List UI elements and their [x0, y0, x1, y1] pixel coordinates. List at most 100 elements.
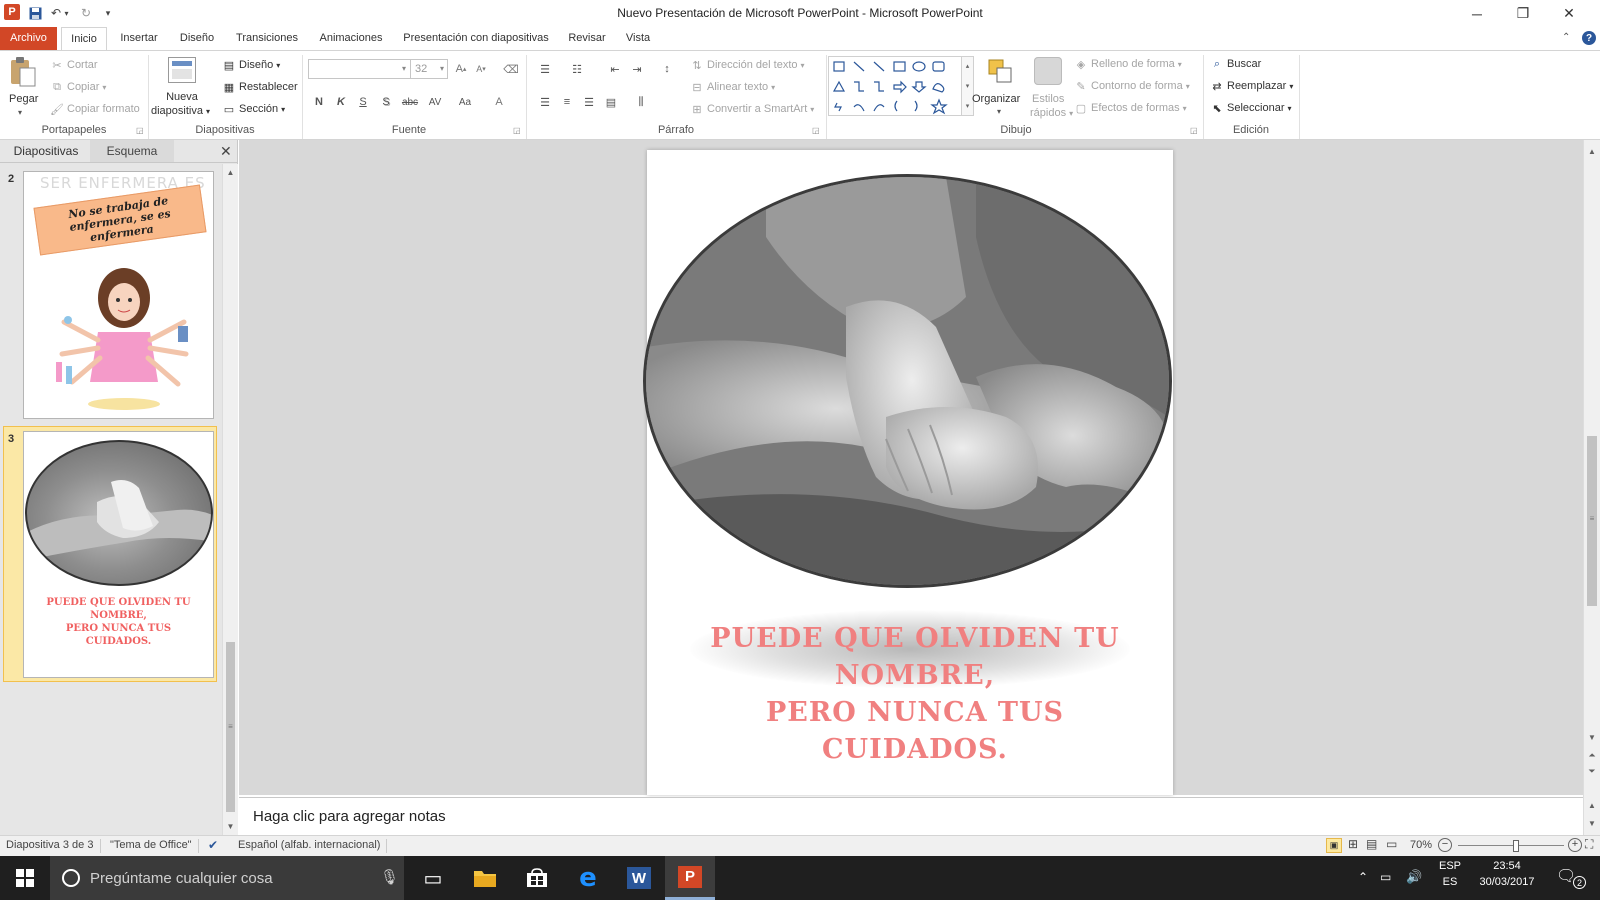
spellcheck-icon[interactable]: ✔ [208, 838, 218, 852]
bold-button[interactable]: N [310, 93, 328, 111]
paste-button[interactable]: Pegar [9, 93, 38, 105]
shapes-gallery-scroll[interactable]: ▴ ▾ ▾ [962, 56, 974, 116]
clock[interactable]: 23:54 30/03/2017 [1472, 860, 1542, 888]
show-hidden-icons[interactable]: ⌃ [1358, 870, 1368, 884]
dialog-launcher-icon[interactable]: ◲ [812, 126, 820, 135]
align-right-icon[interactable]: ☰ [580, 93, 598, 111]
next-slide-icon[interactable]: ⏷ [1584, 764, 1600, 778]
bullets-icon[interactable]: ☰ [536, 60, 554, 78]
tab-vista[interactable]: Vista [618, 27, 658, 50]
clear-format-icon[interactable]: ⌫ [502, 60, 520, 78]
copy-button[interactable]: ⧉ Copiar ▾ [50, 80, 106, 94]
text-direction-button[interactable]: ⇅ Dirección del texto ▾ [690, 58, 804, 72]
line-spacing-icon[interactable]: ↕ [658, 60, 676, 78]
help-icon[interactable]: ? [1582, 31, 1596, 45]
cut-button[interactable]: ✂ Cortar [50, 58, 97, 72]
decrease-indent-icon[interactable]: ⇤ [606, 60, 624, 78]
new-slide-icon[interactable] [168, 57, 196, 83]
close-pane-icon[interactable]: ✕ [220, 143, 232, 160]
zoom-slider[interactable] [1458, 845, 1564, 846]
slide-sorter-icon[interactable]: ⊞ [1348, 837, 1358, 851]
fit-to-window-icon[interactable]: ⛶ [1585, 837, 1593, 852]
notes-placeholder[interactable]: Haga clic para agregar notas [253, 808, 446, 825]
minimize-ribbon-icon[interactable]: ⌃ [1562, 32, 1570, 43]
battery-icon[interactable]: ▭ [1380, 870, 1391, 884]
tab-insertar[interactable]: Insertar [112, 27, 166, 50]
edge-icon[interactable]: e [563, 856, 613, 900]
editor-scrollbar[interactable]: ▲ ≡ ▼ ⏶ ⏷ ▲ ▼ [1583, 140, 1600, 835]
increase-indent-icon[interactable]: ⇥ [628, 60, 646, 78]
reading-view-icon[interactable]: ▤ [1366, 837, 1377, 851]
numbering-icon[interactable]: ☷ [568, 60, 586, 78]
language[interactable]: Español (alfab. internacional) [238, 839, 380, 851]
previous-slide-icon[interactable]: ⏶ [1584, 748, 1600, 762]
change-case-button[interactable]: Aa [454, 93, 476, 111]
slide-title-text[interactable]: PUEDE QUE OLVIDEN TU NOMBRE, PERO NUNCA … [676, 620, 1154, 768]
arrange-icon[interactable] [986, 57, 1016, 87]
scroll-up-icon[interactable]: ▲ [1584, 144, 1600, 158]
paste-icon[interactable] [8, 56, 38, 87]
restore-button[interactable]: ❐ [1500, 0, 1546, 27]
dialog-launcher-icon[interactable]: ◲ [513, 126, 521, 135]
tab-diseno[interactable]: Diseño [172, 27, 222, 50]
zoom-slider-thumb[interactable] [1513, 840, 1520, 852]
tab-animaciones[interactable]: Animaciones [312, 27, 390, 50]
font-size-dropdown-icon[interactable]: ▾ [440, 64, 444, 73]
font-name-combo[interactable] [308, 59, 415, 79]
minimize-button[interactable]: ─ [1454, 0, 1500, 27]
align-text-button[interactable]: ⊟ Alinear texto ▾ [690, 80, 775, 94]
section-button[interactable]: ▭ Sección ▾ [222, 102, 285, 116]
store-icon[interactable] [512, 856, 562, 900]
tab-diapositivas[interactable]: Diapositivas [6, 140, 86, 162]
zoom-out-icon[interactable]: − [1438, 838, 1452, 852]
scroll-down-icon[interactable]: ▼ [1584, 730, 1600, 744]
format-painter-button[interactable]: 🖌 Copiar formato [50, 102, 140, 116]
replace-button[interactable]: ⇄ Reemplazar ▾ [1210, 79, 1293, 93]
tab-presentacion[interactable]: Presentación con diapositivas [396, 27, 556, 50]
slide-thumbnail-3[interactable]: PUEDE QUE OLVIDEN TU NOMBRE, PERO NUNCA … [23, 431, 214, 678]
reset-button[interactable]: ▦ Restablecer [222, 80, 298, 94]
underline-button[interactable]: S [354, 93, 372, 111]
volume-icon[interactable]: 🔊 [1406, 869, 1422, 885]
justify-icon[interactable]: ▤ [602, 93, 620, 111]
slideshow-view-icon[interactable]: ▭ [1386, 837, 1397, 851]
dialog-launcher-icon[interactable]: ◲ [1190, 126, 1198, 135]
align-left-icon[interactable]: ☰ [536, 93, 554, 111]
quick-styles-icon[interactable] [1034, 57, 1062, 85]
spacing-button[interactable]: AV [424, 93, 446, 111]
input-language[interactable]: ESP ES [1436, 860, 1464, 888]
tab-transiciones[interactable]: Transiciones [228, 27, 306, 50]
notes-scroll-up-icon[interactable]: ▲ [1584, 798, 1600, 812]
start-button[interactable] [0, 856, 50, 900]
arrange-button[interactable]: Organizar [972, 93, 1020, 105]
select-button[interactable]: ⬉ Seleccionar ▾ [1210, 101, 1291, 115]
word-icon[interactable]: W [614, 856, 664, 900]
align-center-icon[interactable]: ≡ [558, 93, 576, 111]
columns-icon[interactable]: ⫼ [632, 93, 650, 111]
file-explorer-icon[interactable] [460, 856, 510, 900]
scroll-down-icon[interactable]: ▼ [223, 818, 238, 834]
shape-effects-button[interactable]: ▢ Efectos de formas ▾ [1074, 101, 1187, 115]
close-button[interactable]: ✕ [1546, 0, 1592, 27]
theme-name[interactable]: "Tema de Office" [110, 839, 192, 851]
tab-esquema[interactable]: Esquema [90, 140, 174, 162]
smartart-button[interactable]: ⊞ Convertir a SmartArt ▾ [690, 102, 814, 116]
notes-scroll-down-icon[interactable]: ▼ [1584, 816, 1600, 830]
paste-dropdown-icon[interactable]: ▾ [18, 108, 22, 117]
normal-view-icon[interactable]: ▣ [1326, 838, 1342, 853]
font-color-button[interactable]: A [490, 93, 508, 111]
shadow-button[interactable]: S [377, 93, 395, 111]
powerpoint-taskbar-icon[interactable]: P [665, 856, 715, 900]
slide-photo[interactable] [643, 174, 1172, 588]
shape-outline-button[interactable]: ✎ Contorno de forma ▾ [1074, 79, 1189, 93]
taskbar-search[interactable]: Pregúntame cualquier cosa [50, 856, 404, 900]
tab-archivo[interactable]: Archivo [0, 27, 57, 50]
scroll-up-icon[interactable]: ▲ [223, 164, 238, 180]
zoom-in-icon[interactable]: + [1568, 838, 1582, 852]
task-view-icon[interactable]: ▭ [408, 856, 458, 900]
arrange-dropdown-icon[interactable]: ▾ [997, 107, 1001, 116]
italic-button[interactable]: K [332, 93, 350, 111]
tab-revisar[interactable]: Revisar [562, 27, 612, 50]
layout-button[interactable]: ▤ Diseño ▾ [222, 58, 280, 72]
shrink-font-icon[interactable]: A ▾ [472, 60, 490, 78]
